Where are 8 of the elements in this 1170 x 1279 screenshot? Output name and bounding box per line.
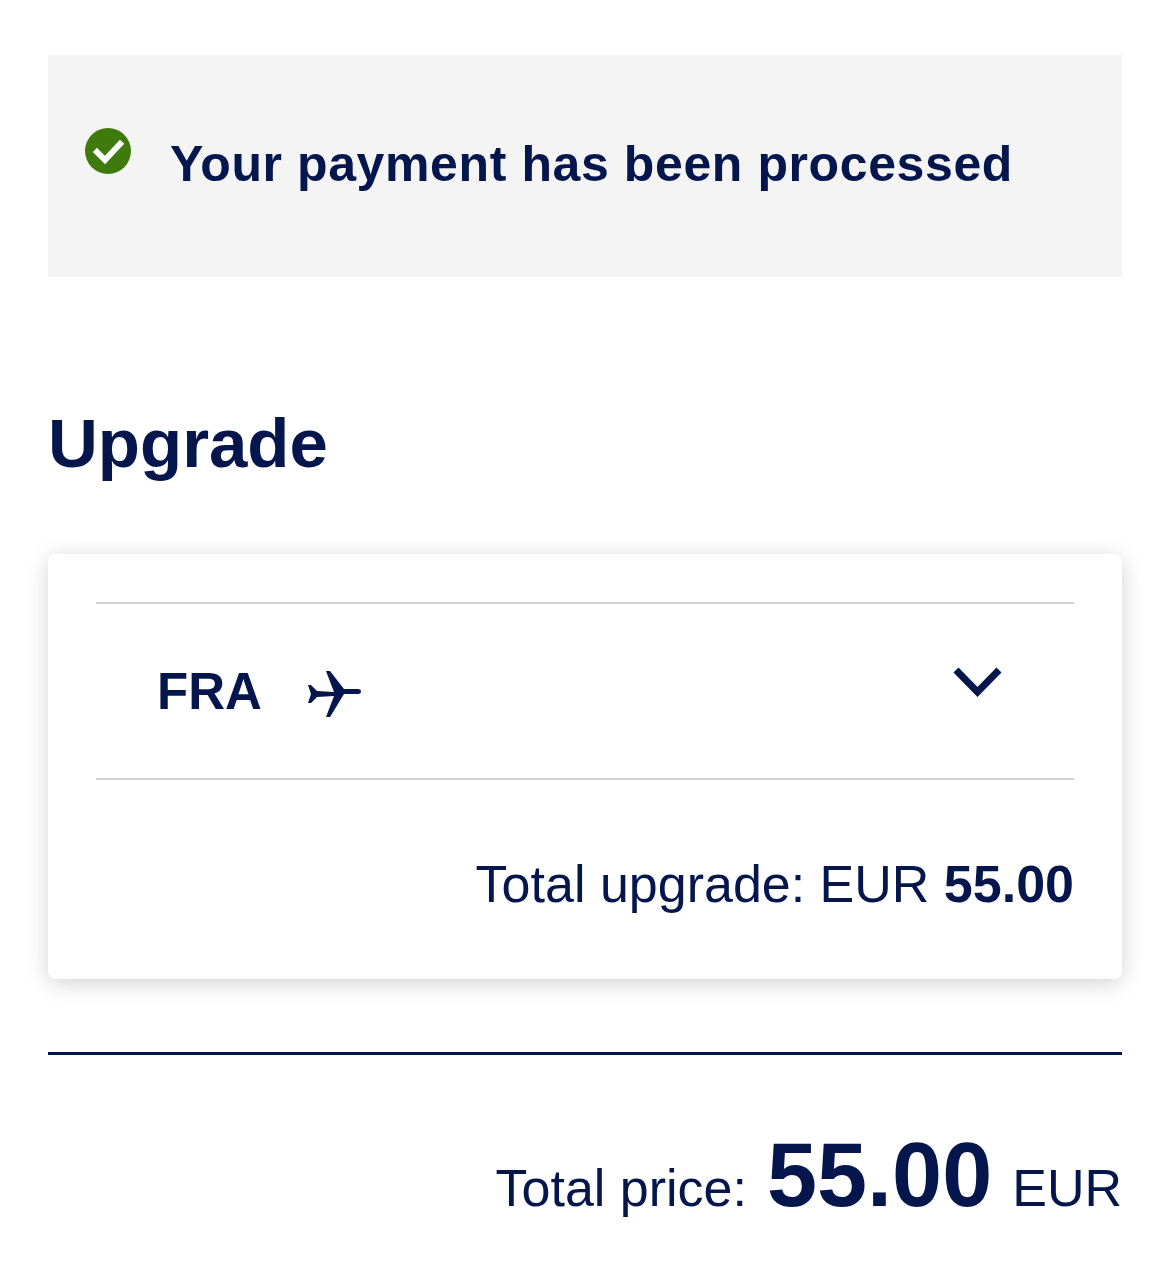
upgrade-total: Total upgrade: EUR 55.00 [475,855,1074,913]
currency-code: EUR [1012,1162,1122,1214]
total-price-amount: 55.00 [766,1130,993,1220]
airport-code: FRA [157,665,262,717]
check-circle-icon [85,128,131,174]
chevron-down-icon[interactable] [953,667,1002,699]
airplane-icon [306,670,362,717]
status-message: Your payment has been processed [170,139,1013,189]
